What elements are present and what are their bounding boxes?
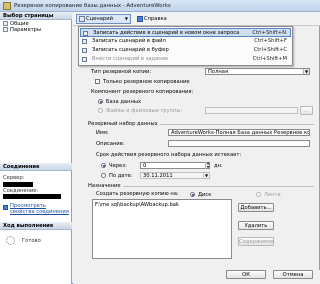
tape-option-label: Лента: [264, 191, 281, 198]
menu-item-label: Записать сценарий в буфер: [92, 47, 169, 53]
menu-item-shortcut: Ctrl+Shift+C: [253, 47, 287, 53]
description-label: Описание:: [96, 141, 125, 147]
days-unit-label: дн.: [214, 163, 223, 169]
destination-list[interactable]: F:\me sql\backup\AWbackup.bak: [92, 199, 232, 259]
files-radio[interactable]: [98, 108, 103, 113]
page-options[interactable]: Параметры: [3, 27, 41, 33]
backup-to-label: Создать резервную копию на:: [96, 191, 179, 197]
progress-header: Ход выполнения: [0, 222, 72, 230]
expire-on-label: По дате:: [109, 172, 133, 179]
destination-group-title: Назначение: [88, 183, 123, 189]
backup-type-label: Тип резервной копии:: [91, 69, 152, 75]
select-page-header: Выбор страницы: [0, 12, 72, 20]
expire-on-radio[interactable]: [101, 173, 106, 178]
component-label: Компонент резервного копирования:: [91, 89, 194, 95]
files-option-label: Файлы и файловые группы:: [106, 107, 183, 114]
expire-after-label: Через:: [109, 162, 127, 169]
cancel-button[interactable]: Отмена: [273, 270, 313, 279]
menu-item-shortcut: Ctrl+Shift+F: [254, 38, 287, 44]
menu-item-script-new-query[interactable]: Записать действие в сценарий в новом окн…: [80, 28, 291, 37]
menu-item-script-job[interactable]: Внести сценарий в задание Ctrl+Shift+M: [80, 55, 291, 64]
copy-only-label: Только резервное копирование: [103, 78, 190, 85]
files-input[interactable]: [205, 107, 298, 114]
expire-days-input[interactable]: 0: [140, 162, 210, 169]
script-button[interactable]: Сценарий ▼: [76, 14, 131, 24]
job-icon: [82, 57, 87, 62]
description-input[interactable]: [168, 140, 310, 147]
script-menu: Записать действие в сценарий в новом окн…: [78, 26, 293, 66]
tape-radio[interactable]: [256, 192, 261, 197]
name-label: Имя:: [96, 130, 109, 136]
progress-spinner-icon: [6, 236, 15, 245]
backup-type-value: Полная: [208, 69, 229, 75]
properties-icon: [3, 205, 8, 210]
ok-button[interactable]: ОК: [226, 270, 266, 279]
app-icon: [3, 2, 11, 10]
new-query-icon: [83, 31, 88, 36]
destination-item[interactable]: F:\me sql\backup\AWbackup.bak: [95, 202, 179, 208]
disk-option-label: Диск: [198, 191, 212, 198]
menu-item-label: Внести сценарий в задание: [92, 56, 169, 62]
backup-type-select[interactable]: Полная ▼: [205, 68, 310, 75]
chevron-down-icon: ▼: [303, 69, 309, 74]
menu-item-shortcut: Ctrl+Shift+M: [252, 56, 287, 62]
backup-set-group-title: Резервный набор данных: [88, 121, 160, 127]
connection-header: Соединение: [0, 163, 72, 171]
chevron-down-icon: ▼: [203, 173, 209, 178]
expire-date-input[interactable]: 30.11.2011 ▼: [140, 172, 210, 179]
add-button[interactable]: Добавить...: [238, 203, 274, 212]
database-radio[interactable]: [98, 99, 103, 104]
view-connection-properties-link[interactable]: Просмотреть свойства соединения: [10, 203, 70, 215]
script-icon: [79, 15, 85, 22]
file-icon: [82, 39, 87, 44]
toolbar: Сценарий ▼ Справка: [73, 12, 320, 26]
menu-item-label: Записать сценарий в файл: [92, 38, 166, 44]
page-icon: [3, 21, 8, 26]
contents-button[interactable]: Содержимое: [238, 237, 274, 246]
server-label: Сервер:: [3, 175, 25, 181]
disk-radio[interactable]: [190, 192, 195, 197]
window-title: Резервное копирование базы данных - Adve…: [14, 2, 171, 9]
expire-after-radio[interactable]: [101, 163, 106, 168]
page-icon: [3, 27, 8, 32]
progress-status: Готово: [22, 238, 41, 244]
help-button-label: Справка: [144, 16, 167, 22]
clipboard-icon: [82, 48, 87, 53]
help-button[interactable]: Справка: [135, 14, 169, 24]
remove-button[interactable]: Удалить: [238, 221, 274, 230]
left-pane: Выбор страницы Общие Параметры Соединени…: [0, 12, 72, 284]
title-bar: Резервное копирование базы данных - Adve…: [0, 0, 320, 12]
database-option-label: База данных: [106, 98, 142, 105]
copy-only-checkbox[interactable]: [95, 79, 100, 84]
server-value-redacted: [3, 182, 33, 187]
connection-value-redacted: [3, 194, 61, 199]
help-icon: [137, 15, 143, 22]
menu-item-script-clipboard[interactable]: Записать сценарий в буфер Ctrl+Shift+C: [80, 46, 291, 55]
expiry-label: Срок действия резервного набора данных и…: [96, 152, 242, 158]
expire-date-value: 30.11.2011: [143, 173, 173, 179]
chevron-down-icon[interactable]: ▼: [125, 15, 128, 23]
days-spinner-icon[interactable]: ▲ ▼: [205, 161, 210, 169]
script-button-label: Сценарий: [86, 16, 113, 22]
menu-item-script-file[interactable]: Записать сценарий в файл Ctrl+Shift+F: [80, 37, 291, 46]
name-input[interactable]: AdventureWorks-Полная База данных Резерв…: [168, 129, 310, 136]
page-options-label: Параметры: [10, 27, 42, 33]
files-browse-button[interactable]: …: [300, 106, 313, 115]
